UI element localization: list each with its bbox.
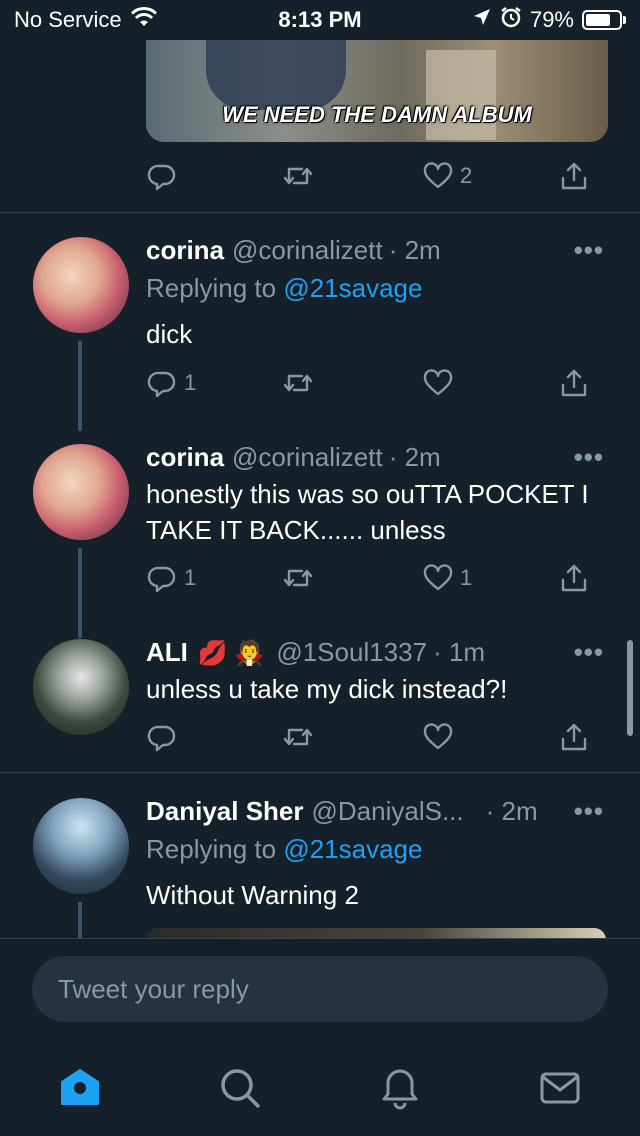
thread-line [78, 902, 82, 942]
media-caption: WE NEED THE DAMN ALBUM [222, 102, 532, 127]
reply-button[interactable] [146, 719, 184, 755]
battery-icon [582, 10, 622, 30]
tab-messages[interactable] [536, 1064, 584, 1112]
tweet-actions: 1 [146, 365, 606, 401]
heart-icon [423, 723, 453, 750]
location-icon [472, 7, 492, 33]
retweet-icon [283, 374, 313, 392]
user-handle[interactable]: @corinalizett [232, 442, 383, 473]
share-button[interactable] [558, 719, 590, 755]
reply-count: 1 [184, 370, 197, 395]
retweet-button[interactable] [282, 365, 320, 401]
mention-link[interactable]: @21savage [283, 834, 422, 864]
share-button[interactable] [558, 365, 590, 401]
reply-icon [147, 371, 176, 398]
alarm-icon [500, 6, 522, 34]
mention-link[interactable]: @21savage [283, 273, 422, 303]
tweet-actions: 1 1 [146, 560, 606, 596]
reply-button[interactable] [146, 158, 184, 194]
retweet-button[interactable] [282, 719, 320, 755]
reply-button[interactable]: 1 [146, 560, 196, 596]
avatar[interactable] [33, 444, 129, 540]
timestamp: · 2m [388, 235, 441, 265]
timestamp: · 2m [388, 442, 441, 472]
avatar[interactable] [33, 639, 129, 735]
user-handle[interactable]: @DaniyalS... [312, 796, 464, 827]
retweet-icon [283, 167, 313, 185]
tweet-text: dick [146, 319, 193, 349]
reply-icon [147, 164, 176, 191]
timestamp: · 1m [433, 637, 486, 667]
like-count: 2 [460, 163, 473, 188]
name-emoji: 💋 🧛 [197, 640, 265, 667]
thread-line [78, 548, 82, 638]
reply-button[interactable]: 1 [146, 365, 196, 401]
wifi-icon [130, 6, 158, 34]
display-name[interactable]: Daniyal Sher [146, 796, 304, 827]
more-options-icon[interactable]: ••• [574, 796, 604, 827]
status-bar: No Service 8:13 PM 79% [0, 0, 640, 40]
tweet-actions [146, 719, 606, 755]
notifications-icon [382, 1069, 418, 1110]
avatar[interactable] [33, 798, 129, 894]
share-button[interactable] [558, 560, 590, 596]
battery-level [586, 14, 611, 26]
like-button[interactable] [422, 719, 460, 755]
reply-icon [147, 725, 176, 752]
more-options-icon[interactable]: ••• [574, 235, 604, 266]
tweet-text: Without Warning 2 [146, 880, 359, 910]
share-button[interactable] [558, 158, 590, 194]
search-icon [221, 1069, 260, 1108]
heart-icon [423, 369, 453, 396]
divider [0, 772, 640, 773]
tab-home[interactable] [56, 1064, 104, 1112]
tab-notifications[interactable] [376, 1064, 424, 1112]
more-options-icon[interactable]: ••• [574, 637, 604, 668]
like-button[interactable]: 2 [422, 158, 472, 194]
home-icon [61, 1069, 99, 1105]
tweet-text: honestly this was so ouTTA POCKET I TAKE… [146, 479, 589, 545]
tweet-text: unless u take my dick instead?! [146, 674, 508, 704]
timestamp: · 2m [485, 796, 538, 826]
retweet-icon [283, 569, 313, 587]
user-handle[interactable]: @corinalizett [232, 235, 383, 266]
share-icon [561, 564, 587, 592]
display-name[interactable]: corina [146, 235, 224, 266]
reply-count: 1 [184, 565, 197, 590]
like-button[interactable]: 1 [422, 560, 472, 596]
carrier-label: No Service [14, 7, 122, 32]
display-name[interactable]: ALI [146, 637, 188, 668]
scrollbar[interactable] [627, 640, 633, 736]
reply-icon [147, 566, 176, 593]
like-count: 1 [460, 565, 473, 590]
divider [0, 212, 640, 213]
heart-icon [423, 162, 453, 189]
share-icon [561, 369, 587, 397]
replying-to-label: Replying to [146, 273, 277, 303]
share-icon [561, 162, 587, 190]
tab-search[interactable] [216, 1064, 264, 1112]
replying-to-label: Replying to [146, 834, 277, 864]
like-button[interactable] [422, 365, 460, 401]
tweet-actions: 2 [146, 158, 606, 194]
retweet-button[interactable] [282, 158, 320, 194]
retweet-icon [283, 728, 313, 746]
tweet-reply-input[interactable]: Tweet your reply [32, 956, 608, 1022]
tab-bar [0, 1048, 640, 1128]
avatar[interactable] [33, 237, 129, 333]
thread-line [78, 341, 82, 431]
more-options-icon[interactable]: ••• [574, 442, 604, 473]
display-name[interactable]: corina [146, 442, 224, 473]
heart-icon [423, 564, 453, 591]
share-icon [561, 723, 587, 751]
tweet-media-image[interactable]: WE NEED THE DAMN ALBUM [146, 40, 608, 142]
retweet-button[interactable] [282, 560, 320, 596]
user-handle[interactable]: @1Soul1337 [276, 637, 427, 668]
battery-percent: 79% [529, 7, 574, 32]
messages-icon [540, 1072, 580, 1104]
